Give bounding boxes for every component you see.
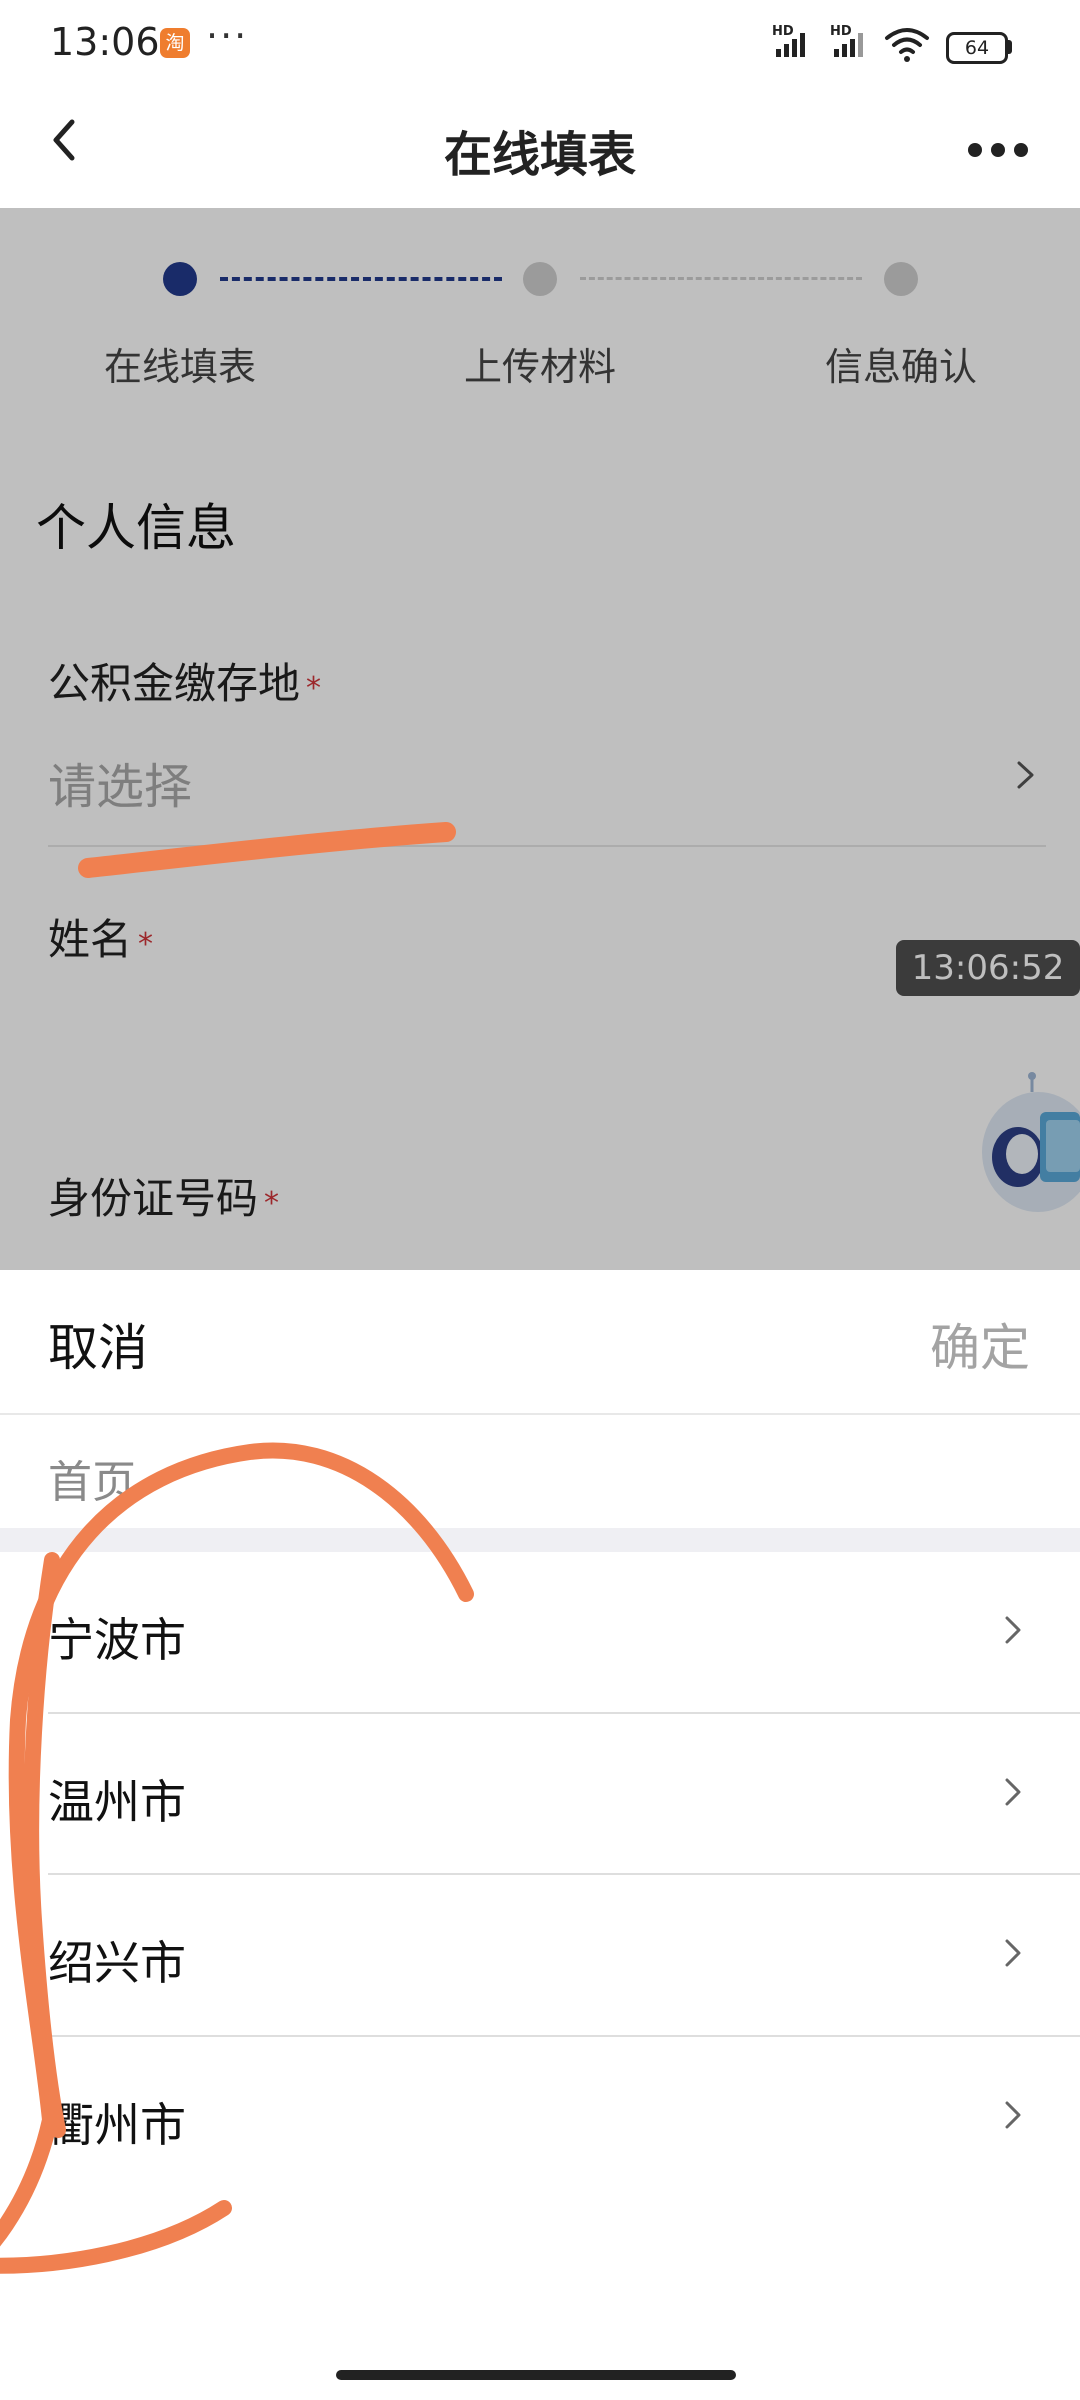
battery-indicator: 64: [946, 32, 1008, 64]
more-dot: [991, 143, 1005, 157]
city-row-wenzhou[interactable]: 温州市: [0, 1714, 1080, 1874]
chevron-right-icon: [1005, 1939, 1021, 1967]
chevron-right-icon: [1005, 1616, 1021, 1644]
city-name: 温州市: [48, 1775, 186, 1829]
taobao-app-icon: 淘: [160, 28, 190, 58]
city-row-shaoxing[interactable]: 绍兴市: [0, 1875, 1080, 2035]
wifi-icon: [885, 28, 929, 62]
chevron-right-icon: [1005, 2101, 1021, 2129]
section-gap: [0, 1528, 1080, 1552]
signal-2-icon: HD: [830, 24, 863, 57]
more-options-button[interactable]: [968, 130, 1038, 170]
modal-backdrop[interactable]: [0, 208, 1080, 1270]
city-name: 衢州市: [48, 2098, 186, 2152]
back-button[interactable]: [44, 110, 104, 190]
status-more-icon: ···: [206, 14, 249, 58]
city-name: 宁波市: [48, 1613, 186, 1667]
more-dot: [968, 143, 982, 157]
cancel-button[interactable]: 取消: [48, 1308, 148, 1380]
chevron-left-icon: [53, 119, 75, 161]
page-title: 在线填表: [443, 127, 636, 183]
picker-breadcrumb[interactable]: 首页: [48, 1446, 136, 1510]
home-indicator[interactable]: [336, 2370, 736, 2380]
chevron-right-icon: [1005, 1778, 1021, 1806]
status-clock: 13:06: [50, 20, 160, 64]
signal-1-icon: HD: [772, 24, 805, 57]
confirm-button[interactable]: 确定: [930, 1308, 1030, 1380]
city-row-quzhou[interactable]: 衢州市: [0, 2037, 1080, 2197]
sheet-header-divider: [0, 1413, 1080, 1415]
battery-cap: [1007, 40, 1012, 54]
more-dot: [1014, 143, 1028, 157]
city-row-ningbo[interactable]: 宁波市: [0, 1552, 1080, 1712]
city-name: 绍兴市: [48, 1936, 186, 1990]
